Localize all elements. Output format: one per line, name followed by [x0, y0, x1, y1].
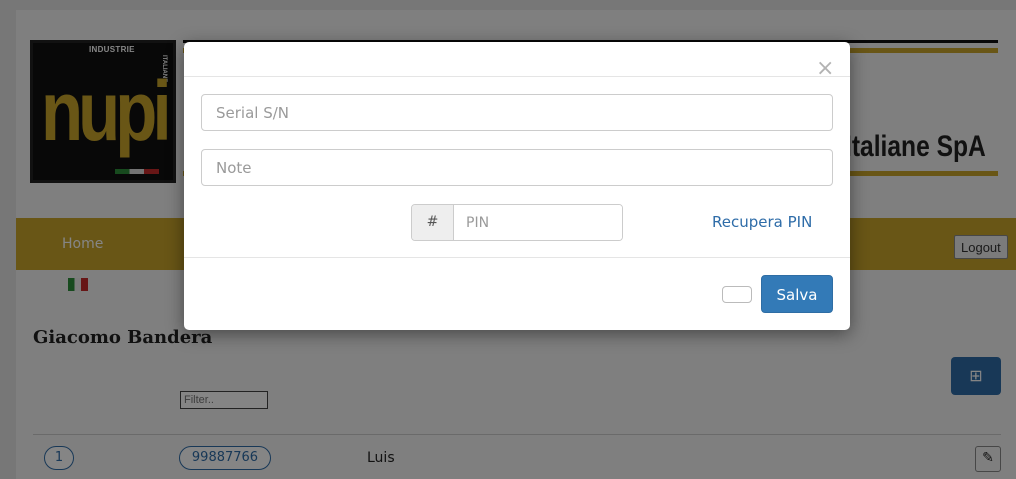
save-button[interactable]: Salva [761, 275, 833, 313]
note-input[interactable] [201, 149, 833, 186]
close-icon[interactable]: × [816, 58, 834, 80]
modal-footer-divider [184, 257, 850, 258]
modal-header: × [184, 42, 850, 80]
hash-icon: # [412, 205, 454, 240]
pin-input-group: # [411, 204, 623, 241]
pin-input[interactable] [454, 205, 622, 240]
serial-input[interactable] [201, 94, 833, 131]
recover-pin-link[interactable]: Recupera PIN [712, 213, 812, 231]
toggle-switch[interactable] [722, 286, 752, 303]
add-device-modal: × # Recupera PIN Salva [184, 42, 850, 330]
